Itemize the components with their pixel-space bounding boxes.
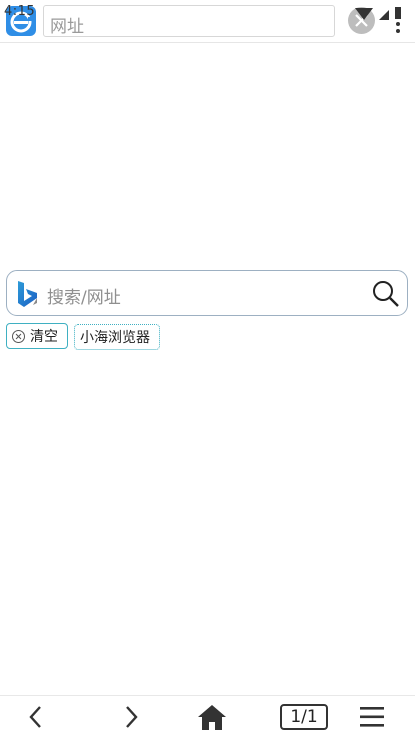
history-chip-xiaohai[interactable]: 小海浏览器 — [74, 324, 160, 350]
chevron-left-icon — [29, 706, 41, 728]
status-time: 4:15 — [4, 4, 36, 19]
status-icons — [349, 4, 409, 36]
bing-logo-icon — [18, 281, 37, 307]
bottom-toolbar: 1/1 — [0, 695, 415, 737]
wifi-icon — [355, 8, 373, 20]
search-box[interactable]: 搜索/网址 — [6, 270, 408, 316]
battery-icon — [395, 7, 401, 19]
back-button[interactable] — [20, 702, 54, 732]
history-chip-label: 小海浏览器 — [80, 330, 150, 346]
clear-chip-label: 清空 — [30, 329, 58, 345]
browser-screen: 4:15 A 网址 — [0, 0, 415, 737]
url-placeholder: 网址 — [50, 17, 84, 37]
menu-button[interactable] — [356, 702, 390, 732]
tabs-button[interactable]: 1/1 — [280, 704, 328, 730]
search-placeholder: 搜索/网址 — [47, 288, 121, 308]
home-button[interactable] — [195, 702, 229, 732]
menu-icon — [360, 707, 384, 727]
search-button[interactable] — [371, 279, 401, 309]
more-dot-icon — [396, 22, 400, 26]
clear-circle-icon — [12, 329, 25, 343]
top-bar: 4:15 A 网址 — [0, 0, 415, 43]
url-input[interactable]: 网址 — [43, 5, 335, 37]
signal-icon — [379, 10, 389, 20]
home-icon — [198, 705, 226, 730]
search-icon — [373, 281, 399, 307]
clear-history-chip[interactable]: 清空 — [6, 323, 68, 349]
forward-button[interactable] — [115, 702, 149, 732]
chevron-right-icon — [126, 706, 138, 728]
